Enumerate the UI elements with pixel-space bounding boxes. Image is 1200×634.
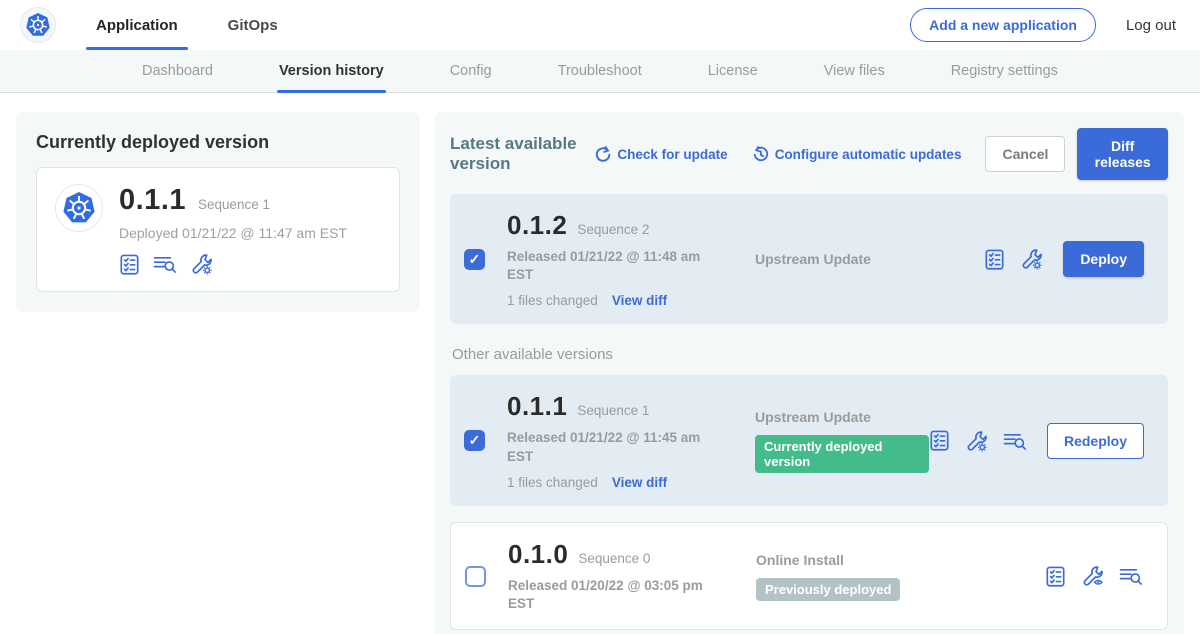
- subnav-tab-view-files[interactable]: View files: [822, 50, 887, 92]
- deployed-version-card: 0.1.1 Sequence 1 Deployed 01/21/22 @ 11:…: [36, 167, 400, 292]
- released-timestamp: Released 01/21/22 @ 11:48 am EST: [507, 248, 712, 284]
- sequence-label: Sequence 1: [577, 403, 649, 418]
- sequence-label: Sequence 2: [577, 222, 649, 237]
- config-gear-icon[interactable]: [1020, 248, 1043, 270]
- currently-deployed-panel: Currently deployed version 0.1.1 Sequenc…: [16, 112, 420, 312]
- subnav-tab-dashboard[interactable]: Dashboard: [140, 50, 215, 92]
- version-row-0-1-1: ✓ 0.1.1 Sequence 1 Released 01/21/22 @ 1…: [450, 375, 1168, 505]
- config-view-icon[interactable]: [1081, 565, 1104, 587]
- view-diff-link[interactable]: View diff: [612, 475, 667, 490]
- top-nav: Application GitOps Add a new application…: [0, 0, 1200, 50]
- preflight-checklist-icon[interactable]: [929, 430, 950, 451]
- files-changed-label: 1 files changed: [507, 475, 598, 490]
- deploy-button[interactable]: Deploy: [1063, 241, 1144, 277]
- subnav-tab-config[interactable]: Config: [448, 50, 494, 92]
- preflight-checklist-icon[interactable]: [984, 249, 1005, 270]
- view-diff-link[interactable]: View diff: [612, 293, 667, 308]
- app-subnav: Dashboard Version history Config Trouble…: [0, 50, 1200, 93]
- clock-refresh-icon: [752, 146, 769, 163]
- deploy-logs-icon[interactable]: [153, 254, 177, 274]
- deployed-panel-title: Currently deployed version: [36, 132, 400, 153]
- tab-application[interactable]: Application: [92, 0, 182, 50]
- latest-version-panel: Latest available version Check for updat…: [434, 112, 1184, 634]
- cancel-button[interactable]: Cancel: [985, 136, 1065, 172]
- version-source-label: Upstream Update: [755, 409, 929, 425]
- app-logo: [20, 7, 56, 43]
- deploy-logs-icon[interactable]: [1003, 431, 1027, 451]
- kubernetes-helm-icon: [23, 10, 53, 40]
- released-timestamp: Released 01/20/22 @ 03:05 pm EST: [508, 577, 713, 613]
- version-row-0-1-0: 0.1.0 Sequence 0 Released 01/20/22 @ 03:…: [450, 522, 1168, 630]
- latest-panel-title: Latest available version: [450, 134, 580, 174]
- other-versions-label: Other available versions: [452, 346, 1168, 363]
- tab-gitops[interactable]: GitOps: [224, 0, 282, 50]
- subnav-tab-registry-settings[interactable]: Registry settings: [949, 50, 1060, 92]
- preflight-checklist-icon[interactable]: [119, 254, 140, 275]
- currently-deployed-badge: Currently deployed version: [755, 435, 929, 473]
- subnav-tab-license[interactable]: License: [706, 50, 760, 92]
- config-gear-icon[interactable]: [190, 253, 213, 275]
- files-changed-label: 1 files changed: [507, 293, 598, 308]
- kubernetes-helm-icon: [59, 188, 99, 228]
- deploy-logs-icon[interactable]: [1119, 566, 1143, 586]
- sequence-label: Sequence 0: [578, 551, 650, 566]
- version-number: 0.1.2: [507, 210, 567, 241]
- deployed-timestamp: Deployed 01/21/22 @ 11:47 am EST: [119, 225, 347, 241]
- config-gear-icon[interactable]: [965, 430, 988, 452]
- previously-deployed-badge: Previously deployed: [756, 578, 900, 601]
- preflight-checklist-icon[interactable]: [1045, 566, 1066, 587]
- subnav-tab-version-history[interactable]: Version history: [277, 50, 386, 92]
- deployed-version-number: 0.1.1: [119, 184, 186, 217]
- logout-button[interactable]: Log out: [1122, 17, 1176, 34]
- configure-automatic-updates-link[interactable]: Configure automatic updates: [752, 146, 962, 163]
- version-row-0-1-2: ✓ 0.1.2 Sequence 2 Released 01/21/22 @ 1…: [450, 194, 1168, 324]
- version-source-label: Online Install: [756, 552, 1045, 568]
- version-source-label: Upstream Update: [755, 251, 984, 267]
- redeploy-button[interactable]: Redeploy: [1047, 423, 1144, 459]
- app-icon: [55, 184, 103, 232]
- add-new-application-button[interactable]: Add a new application: [910, 8, 1096, 42]
- version-checkbox[interactable]: ✓: [464, 430, 485, 451]
- version-number: 0.1.0: [508, 539, 568, 570]
- version-checkbox[interactable]: ✓: [464, 249, 485, 270]
- check-for-update-link[interactable]: Check for update: [594, 146, 727, 163]
- version-number: 0.1.1: [507, 391, 567, 422]
- version-checkbox[interactable]: [465, 566, 486, 587]
- released-timestamp: Released 01/21/22 @ 11:45 am EST: [507, 429, 712, 465]
- deployed-sequence-label: Sequence 1: [198, 197, 270, 212]
- refresh-icon: [594, 146, 611, 163]
- diff-releases-button[interactable]: Diff releases: [1077, 128, 1168, 180]
- subnav-tab-troubleshoot[interactable]: Troubleshoot: [556, 50, 644, 92]
